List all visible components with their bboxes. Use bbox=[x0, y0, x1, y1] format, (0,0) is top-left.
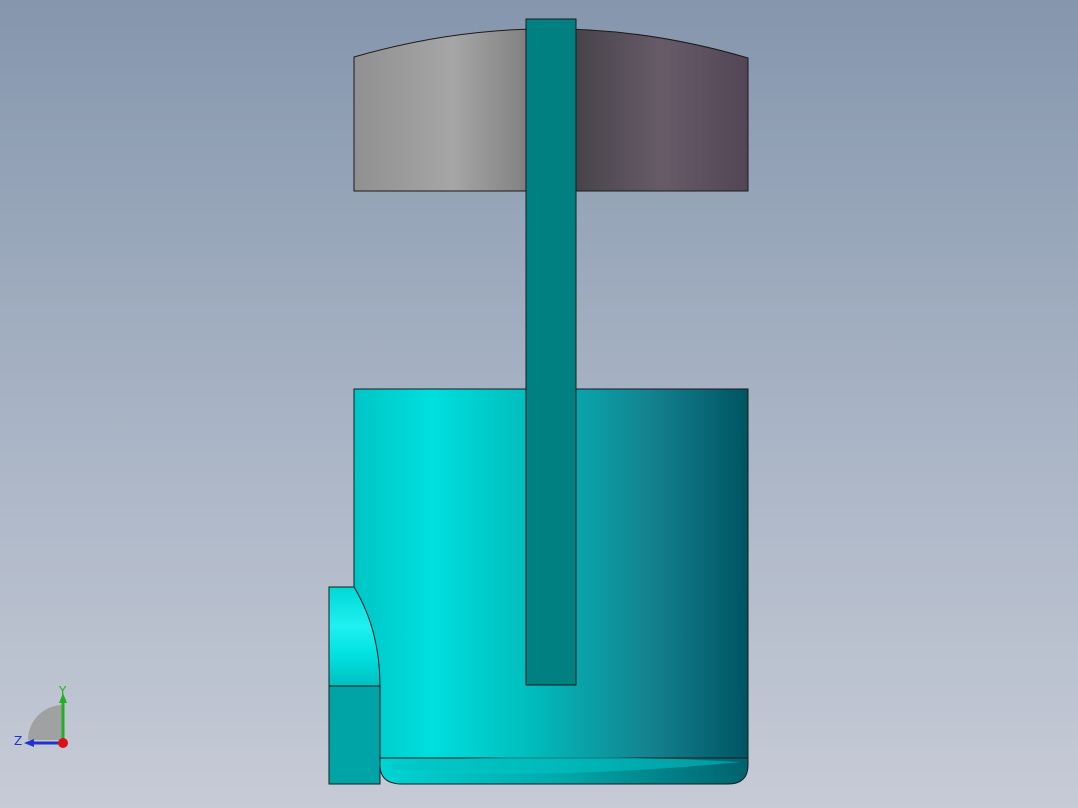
rod-part[interactable] bbox=[525, 18, 577, 686]
side-lug-lower[interactable] bbox=[328, 685, 381, 785]
triad-arc-icon bbox=[28, 705, 63, 740]
x-axis-dot-icon bbox=[58, 738, 68, 748]
y-axis-label: Y bbox=[58, 685, 67, 698]
orientation-triad-icon: Y Z bbox=[14, 685, 68, 748]
z-axis-head-icon bbox=[24, 739, 34, 747]
model-view[interactable] bbox=[0, 0, 1078, 808]
graphics-viewport[interactable]: Y Z bbox=[0, 0, 1078, 808]
z-axis-label: Z bbox=[14, 734, 22, 748]
